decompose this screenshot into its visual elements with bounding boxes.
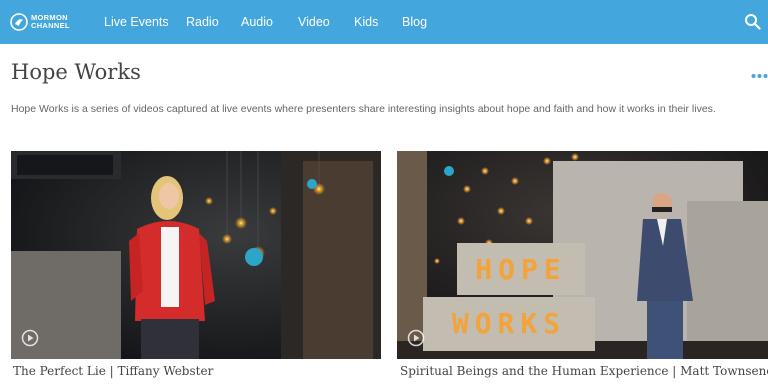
- video-card-perfect-lie[interactable]: [11, 151, 381, 359]
- video-title-spiritual-beings[interactable]: Spiritual Beings and the Human Experienc…: [400, 364, 768, 378]
- nav-video[interactable]: Video: [298, 0, 330, 44]
- play-icon[interactable]: [407, 329, 425, 347]
- nav-kids[interactable]: Kids: [354, 0, 378, 44]
- logo-line-2: CHANNEL: [31, 21, 70, 30]
- logo-icon: [10, 13, 28, 31]
- sign-works-text: WORKS: [452, 307, 566, 340]
- play-icon[interactable]: [21, 329, 39, 347]
- nav-live-events[interactable]: Live Events: [104, 0, 169, 44]
- nav-radio[interactable]: Radio: [186, 0, 219, 44]
- nav-blog[interactable]: Blog: [402, 0, 427, 44]
- top-navigation-bar: MORMON CHANNEL Live Events Radio Audio V…: [0, 0, 768, 44]
- page-title: Hope Works: [11, 60, 141, 84]
- logo-text: MORMON CHANNEL: [31, 14, 70, 30]
- nav-audio[interactable]: Audio: [241, 0, 273, 44]
- mormon-channel-logo[interactable]: MORMON CHANNEL: [10, 11, 76, 33]
- video-title-perfect-lie[interactable]: The Perfect Lie | Tiffany Webster: [13, 364, 213, 378]
- sign-hope-text: HOPE: [475, 253, 566, 286]
- video-card-spiritual-beings[interactable]: HOPE WORKS: [397, 151, 768, 359]
- search-icon[interactable]: [744, 13, 761, 30]
- more-dots-icon[interactable]: [751, 73, 768, 79]
- video-thumbnail-matt-townsend: HOPE WORKS: [397, 151, 768, 359]
- page-description: Hope Works is a series of videos capture…: [11, 103, 716, 115]
- video-thumbnail-tiffany-webster: [11, 151, 381, 359]
